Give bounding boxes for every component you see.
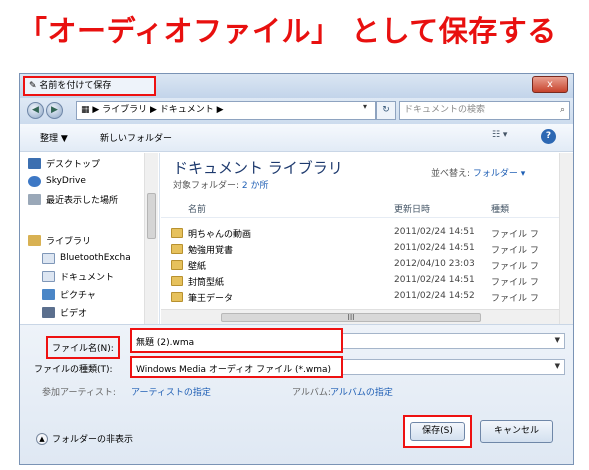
file-row[interactable]: 勉強用覚書 2011/02/24 14:51 ファイル フ [161,242,559,257]
search-icon: ⌕ [559,105,565,115]
desktop-icon [28,157,41,169]
save-button[interactable]: 保存(S) [403,415,472,448]
horizontal-scroll-thumb[interactable]: III [221,313,481,322]
file-row[interactable]: 壁紙 2012/04/10 23:03 ファイル フ [161,258,559,273]
address-input[interactable]: ▦ ▶ ライブラリ ▶ ドキュメント ▶ [76,101,376,120]
refresh-button[interactable]: ↻ [376,101,396,120]
file-list-pane: ドキュメント ライブラリ 対象フォルダー: 2 か所 並べ替え: フォルダー ▾… [161,153,573,324]
filetype-select-extension[interactable]: ▼ [343,359,565,375]
column-header-row: 名前 更新日時 種類 [161,196,559,218]
view-options-icon[interactable]: ☷ ▾ [492,130,507,140]
sidebar-item-documents[interactable]: ドキュメント [42,268,114,284]
column-header-type[interactable]: 種類 [491,202,509,215]
filename-input[interactable]: 無題 (2).wma [130,328,343,353]
folder-icon [171,244,183,254]
save-button-label[interactable]: 保存(S) [410,422,465,441]
pen-icon: ✎ [29,81,40,91]
sidebar-item-recent[interactable]: 最近表示した場所 [28,191,118,207]
library-locations-link[interactable]: 2 か所 [242,181,269,191]
address-bar: ◀ ▶ ▦ ▶ ライブラリ ▶ ドキュメント ▶ ▾ ↻ ドキュメントの検索 ⌕ [20,98,573,124]
navigation-pane: デスクトップ SkyDrive 最近表示した場所 ライブラリ Bluetooth… [20,153,160,324]
pictures-icon [42,288,55,300]
chevron-down-icon[interactable]: ▼ [555,362,560,370]
library-icon [28,234,41,246]
file-list-vertical-scrollbar[interactable] [559,153,573,324]
file-row[interactable]: 明ちゃんの動画 2011/02/24 14:51 ファイル フ [161,226,559,241]
save-as-dialog: ✎ 名前を付けて保存 x ◀ ▶ ▦ ▶ ライブラリ ▶ ドキュメント ▶ ▾ … [19,73,574,465]
library-title: ドキュメント ライブラリ [173,159,343,177]
dialog-title: ✎ 名前を付けて保存 [23,76,156,96]
cloud-icon [28,175,41,187]
folder-icon [171,228,183,238]
file-list-horizontal-scrollbar[interactable]: III [161,309,559,324]
back-button[interactable]: ◀ [27,102,44,119]
library-subtitle: 対象フォルダー: 2 か所 [173,181,269,191]
chevron-down-icon[interactable]: ▼ [555,336,560,344]
file-row[interactable]: 筆王データ 2011/02/24 14:52 ファイル フ [161,290,559,305]
sidebar-item-skydrive[interactable]: SkyDrive [28,173,86,189]
filetype-select[interactable]: Windows Media オーディオ ファイル (*.wma) [130,356,343,378]
sidebar-item-bluetooth[interactable]: BluetoothExcha [42,250,131,266]
filetype-label: ファイルの種類(T): [34,365,113,375]
column-header-name[interactable]: 名前 [188,202,206,215]
address-dropdown-icon[interactable]: ▾ [363,102,367,111]
page-heading: 「オーディオファイル」 として保存する [18,14,557,48]
folder-icon: ▦ [81,105,93,115]
recent-places-icon [28,193,41,205]
videos-icon [42,306,55,318]
sidebar-scrollbar[interactable] [144,153,158,324]
chevron-up-icon: ▲ [36,432,48,445]
folder-icon [171,260,183,270]
album-input[interactable]: アルバムの指定 [330,385,393,398]
search-input[interactable]: ドキュメントの検索 ⌕ [399,101,570,120]
album-label: アルバム: [292,388,331,398]
help-button[interactable]: ? [541,129,556,144]
artist-input[interactable]: アーティストの指定 [131,385,211,398]
sort-by: 並べ替え: フォルダー ▾ [431,169,526,179]
breadcrumb: ▶ ライブラリ ▶ ドキュメント ▶ [92,105,224,115]
sidebar-item-libraries[interactable]: ライブラリ [28,232,91,248]
sidebar-item-pictures[interactable]: ピクチャ [42,286,96,302]
save-form: ファイル名(N): 無題 (2).wma ▼ ファイルの種類(T): Windo… [20,324,573,464]
filename-label: ファイル名(N): [46,336,120,359]
documents-icon [42,270,55,282]
hide-folders-toggle[interactable]: ▲ フォルダーの非表示 [36,432,133,445]
sidebar-item-desktop[interactable]: デスクトップ [28,155,100,171]
file-row[interactable]: 封筒型紙 2011/02/24 14:51 ファイル フ [161,274,559,289]
sidebar-scroll-thumb[interactable] [147,193,156,239]
folder-icon [42,252,55,264]
new-folder-button[interactable]: 新しいフォルダー [100,131,172,144]
toolbar: 整理 ▼ 新しいフォルダー ☷ ▾ ? [20,124,573,152]
folder-icon [171,292,183,302]
folder-icon [171,276,183,286]
sidebar-item-videos[interactable]: ビデオ [42,304,87,320]
title-bar: ✎ 名前を付けて保存 x [20,74,573,98]
artist-label: 参加アーティスト: [42,388,116,398]
organize-button[interactable]: 整理 ▼ [40,131,68,144]
sort-dropdown[interactable]: フォルダー ▾ [473,169,525,179]
forward-button[interactable]: ▶ [46,102,63,119]
filename-input-extension[interactable]: ▼ [343,333,565,349]
cancel-button[interactable]: キャンセル [480,420,553,443]
close-button[interactable]: x [532,76,568,93]
column-header-date[interactable]: 更新日時 [394,202,430,215]
